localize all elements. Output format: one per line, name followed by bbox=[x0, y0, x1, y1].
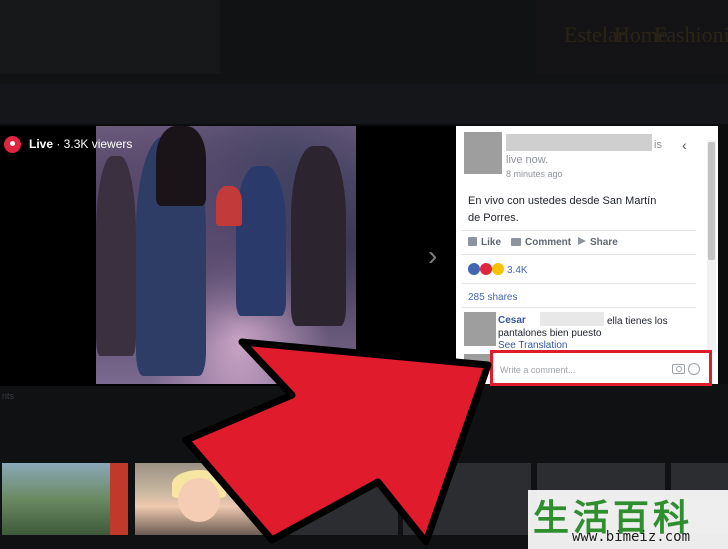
live-video-frame[interactable] bbox=[96, 126, 356, 384]
chevron-right-icon[interactable]: › bbox=[428, 242, 437, 270]
live-viewers-label: Live · 3.3K viewers bbox=[29, 137, 132, 151]
commenter-surname-redacted bbox=[540, 312, 604, 326]
divider bbox=[462, 254, 696, 255]
commenter-name[interactable]: Cesar bbox=[498, 315, 526, 326]
thumbnail-decoration bbox=[110, 463, 128, 535]
love-reaction-icon[interactable] bbox=[480, 263, 492, 275]
reaction-count[interactable]: 3.4K bbox=[507, 265, 528, 276]
post-body: En vivo con ustedes desde San Martín de … bbox=[468, 195, 657, 224]
video-figure bbox=[291, 146, 346, 326]
like-label: Like bbox=[481, 237, 502, 248]
commenter-avatar[interactable] bbox=[464, 312, 496, 346]
watermark-url: www.bimeiz.com bbox=[572, 529, 691, 545]
brand-word: Fashionista bbox=[654, 22, 728, 47]
divider bbox=[462, 307, 696, 308]
viewer-count: · 3.3K viewers bbox=[53, 137, 133, 151]
comment-label: Comment bbox=[525, 237, 572, 248]
live-label: Live bbox=[29, 137, 54, 151]
divider bbox=[462, 283, 696, 284]
poster-avatar[interactable] bbox=[464, 132, 502, 174]
post-status: live now. bbox=[506, 154, 549, 166]
like-button[interactable]: Like bbox=[468, 237, 501, 248]
post-header-suffix: is bbox=[654, 139, 662, 151]
related-video-thumbnail[interactable] bbox=[268, 463, 398, 535]
dimmed-tab-text: nts bbox=[2, 391, 15, 401]
like-reaction-icon[interactable] bbox=[468, 263, 480, 275]
panel-scrollbar-thumb[interactable] bbox=[708, 142, 715, 260]
share-label: Share bbox=[590, 237, 618, 248]
comment-text: pantalones bien puesto bbox=[498, 328, 602, 339]
video-flowers bbox=[216, 186, 242, 226]
comment-text: ella tienes los bbox=[607, 316, 668, 327]
poster-name-redacted[interactable] bbox=[506, 134, 652, 151]
share-count[interactable]: 285 shares bbox=[468, 292, 517, 303]
comment-input[interactable] bbox=[498, 359, 666, 381]
video-figure bbox=[236, 166, 286, 316]
divider bbox=[462, 230, 696, 231]
emoji-icon[interactable] bbox=[688, 363, 700, 375]
comment-button[interactable]: Comment bbox=[511, 237, 571, 248]
header-cover-dimmed bbox=[0, 0, 220, 74]
post-timestamp[interactable]: 8 minutes ago bbox=[506, 169, 563, 179]
share-arrow-icon bbox=[578, 237, 586, 245]
chevron-left-icon[interactable]: ‹ bbox=[682, 137, 687, 153]
haha-reaction-icon[interactable] bbox=[492, 263, 504, 275]
video-figure bbox=[96, 156, 136, 356]
thumbs-up-icon bbox=[468, 237, 477, 246]
live-badge-icon bbox=[4, 136, 21, 153]
thumbnail-figure-face bbox=[178, 478, 220, 522]
comment-bubble-icon bbox=[511, 238, 521, 246]
share-button[interactable]: Share bbox=[578, 237, 618, 248]
related-video-thumbnail[interactable] bbox=[403, 463, 531, 535]
camera-icon[interactable] bbox=[672, 364, 685, 374]
video-figure-hair bbox=[156, 126, 206, 206]
page-band-dimmed bbox=[0, 84, 728, 124]
header-brand-dimmed: Estelar Home Fashionista bbox=[536, 0, 728, 74]
